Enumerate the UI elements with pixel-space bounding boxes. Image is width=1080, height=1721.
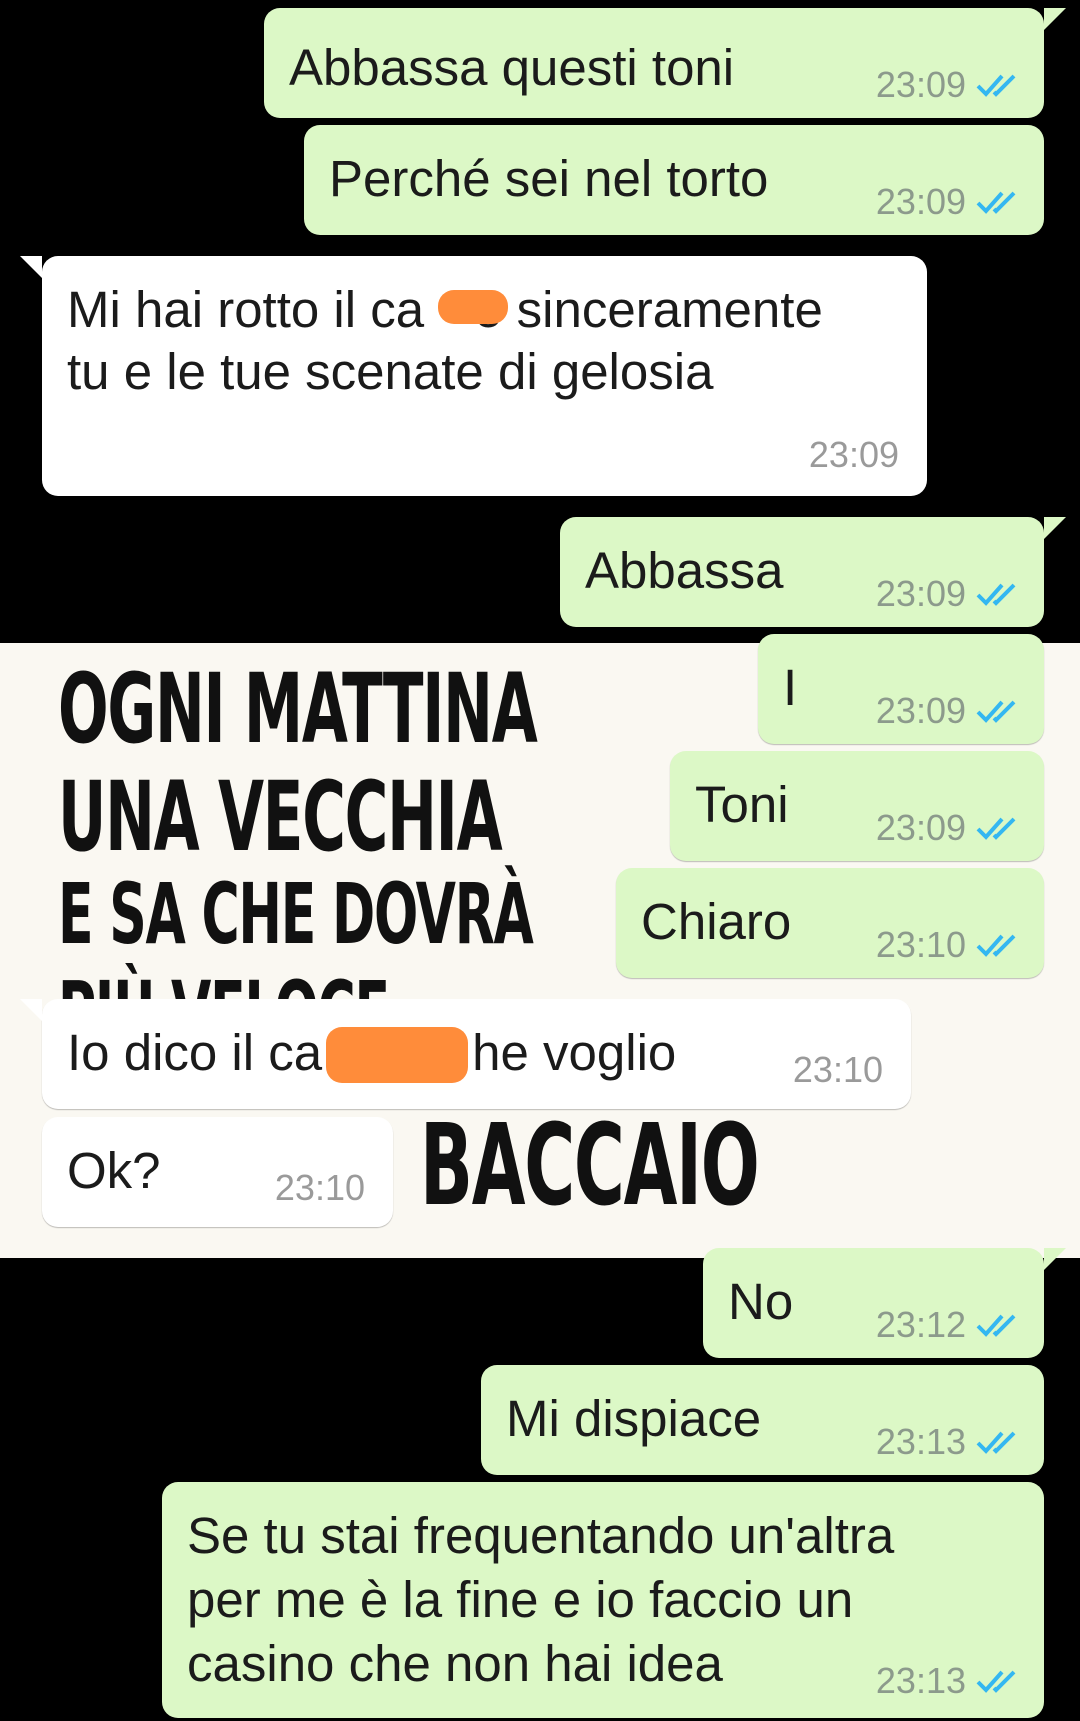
message-meta: 23:10 bbox=[876, 924, 1022, 966]
message-text: I bbox=[783, 659, 798, 716]
message-bubble-outgoing[interactable]: Toni 23:09 bbox=[670, 751, 1044, 861]
message-text: No bbox=[728, 1273, 794, 1330]
message-text-line: casino che non hai idea bbox=[187, 1635, 723, 1692]
message-bubble-outgoing[interactable]: Abbassa 23:09 bbox=[560, 517, 1066, 627]
message-meta: 23:13 bbox=[876, 1660, 1022, 1702]
message-time: 23:13 bbox=[875, 1421, 966, 1462]
message-text: Mi dispiace bbox=[506, 1390, 762, 1447]
message-meta: 23:09 bbox=[876, 64, 1022, 106]
message-bubble-outgoing[interactable]: Perché sei nel torto 23:09 bbox=[304, 125, 1044, 235]
message-meta: 23:10 bbox=[793, 1049, 883, 1091]
message-bubble-outgoing[interactable]: Chiaro 23:10 bbox=[616, 868, 1044, 978]
message-time: 23:09 bbox=[875, 573, 966, 614]
message-bubble-outgoing[interactable]: Se tu stai frequentando un'altra per me … bbox=[162, 1482, 1044, 1718]
banner-line: BACCAIO bbox=[420, 1101, 760, 1231]
double-check-read-icon bbox=[976, 817, 1016, 840]
message-text: Ok? bbox=[67, 1142, 161, 1199]
bubble-tail bbox=[20, 256, 42, 278]
bubble-tail bbox=[20, 999, 42, 1021]
message-text: Chiaro bbox=[641, 893, 792, 950]
double-check-read-icon bbox=[976, 1431, 1016, 1454]
message-meta: 23:09 bbox=[809, 434, 899, 476]
message-time: 23:10 bbox=[274, 1167, 365, 1208]
message-text-line: per me è la fine e io faccio un bbox=[187, 1571, 854, 1628]
message-text: Abbassa bbox=[585, 542, 784, 599]
message-meta: 23:10 bbox=[275, 1167, 365, 1209]
message-time: 23:12 bbox=[875, 1304, 966, 1345]
message-bubble-incoming[interactable]: Ok? 23:10 bbox=[42, 1117, 393, 1227]
bubble-tail bbox=[1044, 1248, 1066, 1270]
double-check-read-icon bbox=[976, 74, 1016, 97]
message-meta: 23:09 bbox=[876, 690, 1022, 732]
message-bubble-incoming[interactable]: Mi hai rotto il ca o sinceramente tu e le… bbox=[20, 256, 927, 496]
message-text-part: he voglio bbox=[472, 1024, 677, 1081]
double-check-read-icon bbox=[976, 583, 1016, 606]
message-text: Toni bbox=[695, 776, 789, 833]
message-bubble-outgoing[interactable]: No 23:12 bbox=[703, 1248, 1066, 1358]
bubble-tail bbox=[1044, 517, 1066, 539]
double-check-read-icon bbox=[976, 934, 1016, 957]
double-check-read-icon bbox=[976, 191, 1016, 214]
message-bubble-outgoing[interactable]: Abbassa questi toni 23:09 bbox=[264, 8, 1066, 118]
message-time: 23:10 bbox=[875, 924, 966, 965]
message-bubble-outgoing[interactable]: Mi dispiace 23:13 bbox=[481, 1365, 1044, 1475]
message-meta: 23:12 bbox=[876, 1304, 1022, 1346]
message-meta: 23:13 bbox=[876, 1421, 1022, 1463]
message-time: 23:09 bbox=[808, 434, 899, 475]
banner-line: UNA VECCHIA bbox=[58, 761, 503, 873]
double-check-read-icon bbox=[976, 1670, 1016, 1693]
message-text-line: Se tu stai frequentando un'altra bbox=[187, 1507, 895, 1564]
message-time: 23:10 bbox=[792, 1049, 883, 1090]
banner-line: E SA CHE DOVRÀ bbox=[58, 865, 534, 963]
message-text: Abbassa questi toni bbox=[289, 39, 735, 96]
message-time: 23:13 bbox=[875, 1660, 966, 1701]
message-text-part: Mi hai rotto il ca bbox=[67, 281, 425, 338]
message-meta: 23:09 bbox=[876, 573, 1022, 615]
message-time: 23:09 bbox=[875, 181, 966, 222]
message-time: 23:09 bbox=[875, 807, 966, 848]
message-meta: 23:09 bbox=[876, 181, 1022, 223]
redaction-mark bbox=[438, 290, 508, 324]
message-bubble-incoming[interactable]: Io dico il ca he voglio 23:10 bbox=[20, 999, 911, 1109]
message-bubble-outgoing[interactable]: I 23:09 bbox=[758, 634, 1044, 744]
message-text-line: tu e le tue scenate di gelosia bbox=[67, 343, 714, 400]
banner-line: OGNI MATTINA bbox=[58, 653, 538, 765]
message-time: 23:09 bbox=[875, 690, 966, 731]
double-check-read-icon bbox=[976, 1314, 1016, 1337]
message-time: 23:09 bbox=[875, 64, 966, 105]
message-text-part: Io dico il ca bbox=[67, 1024, 323, 1081]
redaction-mark bbox=[326, 1027, 468, 1083]
message-text-part: o sinceramente bbox=[474, 281, 823, 338]
message-meta: 23:09 bbox=[876, 807, 1022, 849]
message-text: Perché sei nel torto bbox=[329, 150, 769, 207]
bubble-tail bbox=[1044, 8, 1066, 30]
double-check-read-icon bbox=[976, 700, 1016, 723]
